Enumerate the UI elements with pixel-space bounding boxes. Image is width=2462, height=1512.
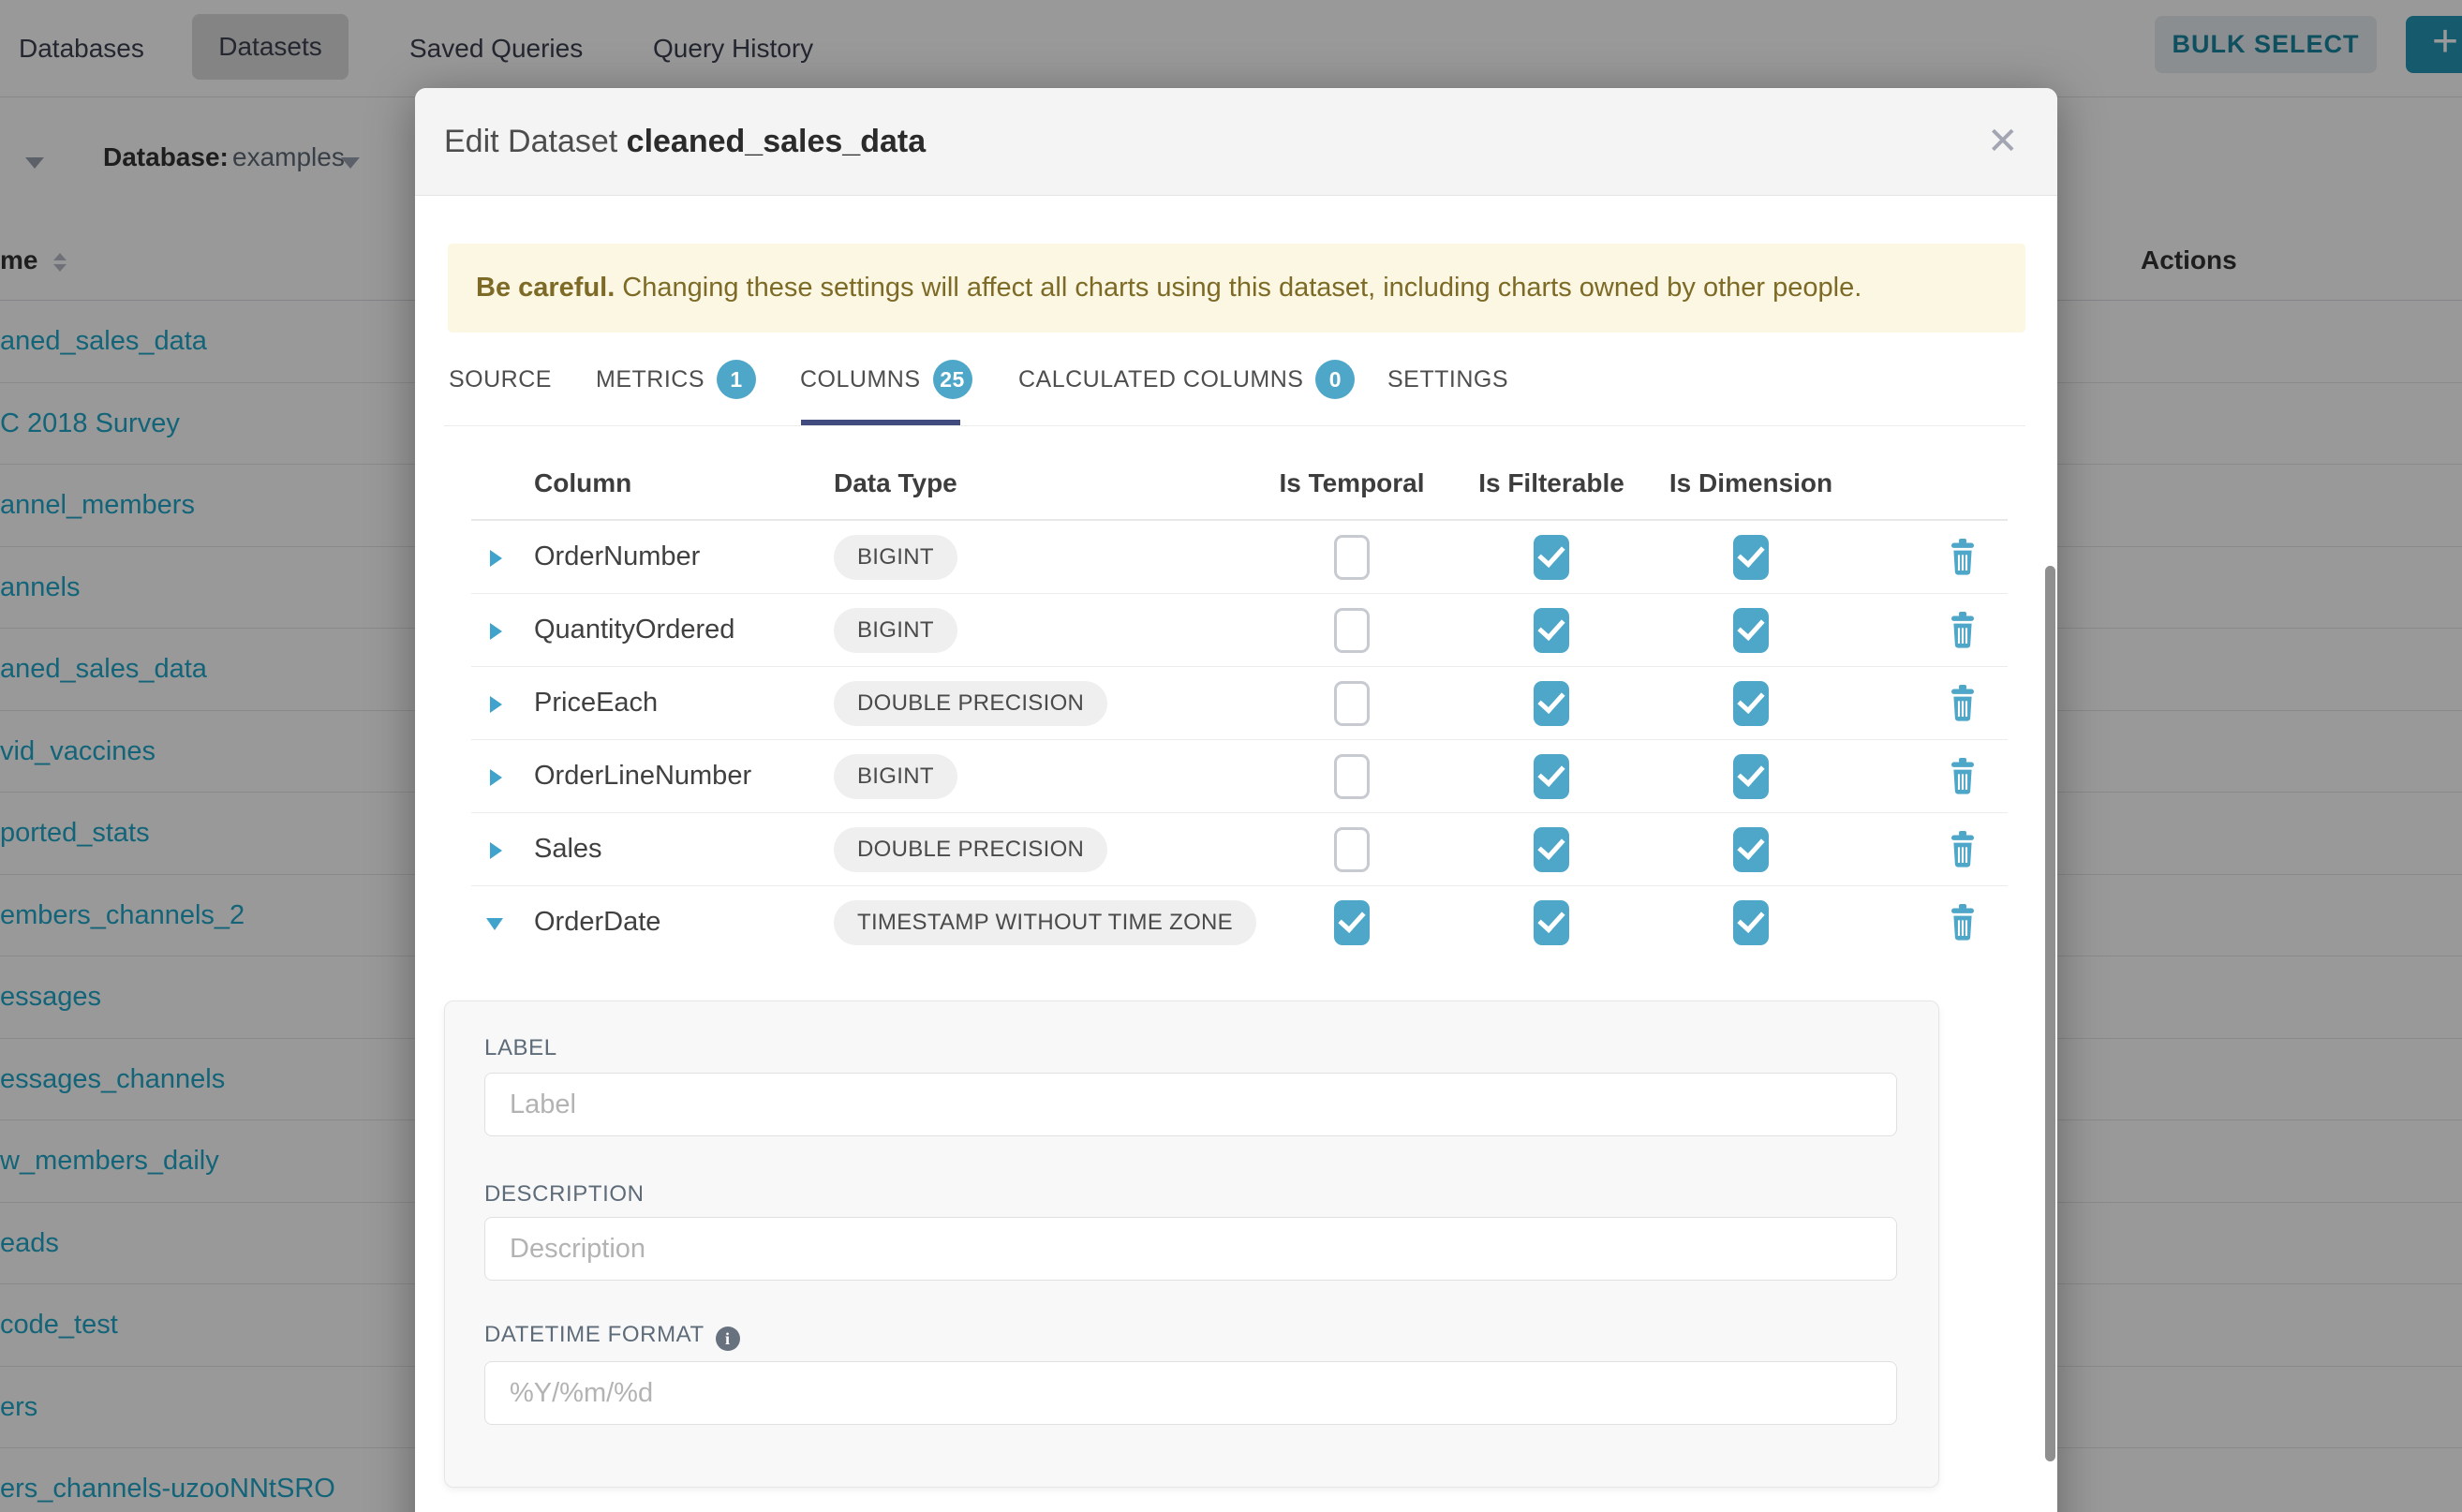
- warning-text: Changing these settings will affect all …: [622, 273, 1861, 303]
- is-dimension-checkbox[interactable]: [1733, 754, 1769, 799]
- is-temporal-checkbox[interactable]: [1334, 608, 1370, 653]
- is-filterable-checkbox[interactable]: [1534, 754, 1569, 799]
- column-name: PriceEach: [534, 688, 658, 719]
- column-row: Sales DOUBLE PRECISION: [415, 813, 2057, 886]
- modal-scrollbar-thumb[interactable]: [2045, 566, 2055, 1461]
- warning-banner: Be careful.Changing these settings will …: [448, 244, 2025, 333]
- column-name: QuantityOrdered: [534, 615, 734, 645]
- column-detail-panel: LABEL DESCRIPTION DATETIME FORMATi: [444, 1001, 1939, 1488]
- tab-count-badge: 25: [933, 360, 972, 399]
- warning-bold: Be careful.: [476, 273, 615, 303]
- is-filterable-checkbox[interactable]: [1534, 827, 1569, 872]
- label-field-label: LABEL: [484, 1035, 557, 1061]
- is-filterable-header: Is Filterable: [1478, 468, 1624, 498]
- data-type-badge: BIGINT: [834, 608, 957, 653]
- is-temporal-checkbox[interactable]: [1334, 681, 1370, 726]
- tab-count-badge: 1: [717, 360, 756, 399]
- dataset-name: cleaned_sales_data: [627, 124, 926, 159]
- column-row: QuantityOrdered BIGINT: [415, 594, 2057, 667]
- description-input[interactable]: [484, 1217, 1897, 1281]
- tab-count-badge: 0: [1315, 360, 1355, 399]
- column-name: OrderNumber: [534, 541, 700, 572]
- is-temporal-checkbox[interactable]: [1334, 900, 1370, 945]
- delete-column-icon[interactable]: [1948, 685, 1978, 727]
- column-row: PriceEach DOUBLE PRECISION: [415, 667, 2057, 740]
- is-temporal-header: Is Temporal: [1279, 468, 1424, 498]
- expand-caret-icon[interactable]: [490, 623, 502, 640]
- is-dimension-header: Is Dimension: [1669, 468, 1832, 498]
- datetime-format-field-label: DATETIME FORMATi: [484, 1322, 740, 1351]
- is-filterable-checkbox[interactable]: [1534, 608, 1569, 653]
- close-icon[interactable]: ✕: [1987, 122, 2019, 161]
- column-name: OrderLineNumber: [534, 761, 751, 792]
- column-row: OrderDate TIMESTAMP WITHOUT TIME ZONE: [415, 886, 2057, 959]
- column-header: Column: [534, 468, 631, 498]
- column-name: OrderDate: [534, 907, 660, 938]
- is-filterable-checkbox[interactable]: [1534, 681, 1569, 726]
- description-field-label: DESCRIPTION: [484, 1181, 645, 1208]
- delete-column-icon[interactable]: [1948, 758, 1978, 800]
- is-filterable-checkbox[interactable]: [1534, 535, 1569, 580]
- datetime-format-input[interactable]: [484, 1361, 1897, 1425]
- collapse-caret-icon[interactable]: [486, 918, 503, 930]
- tab-label: CALCULATED COLUMNS: [1018, 366, 1303, 393]
- data-type-badge: BIGINT: [834, 754, 957, 799]
- datasets-page: Databases Datasets Saved Queries Query H…: [0, 0, 2462, 1512]
- tab-metrics[interactable]: METRICS 1: [596, 353, 756, 406]
- tab-columns[interactable]: COLUMNS 25: [800, 353, 972, 406]
- tabs-divider: [444, 425, 2025, 426]
- tab-label: SOURCE: [449, 366, 552, 393]
- column-name: Sales: [534, 834, 602, 865]
- modal-header: Edit Dataset cleaned_sales_data ✕: [415, 88, 2057, 196]
- is-temporal-checkbox[interactable]: [1334, 535, 1370, 580]
- tab-label: SETTINGS: [1387, 366, 1508, 393]
- is-dimension-checkbox[interactable]: [1733, 608, 1769, 653]
- column-row: OrderNumber BIGINT: [415, 521, 2057, 594]
- expand-caret-icon[interactable]: [490, 842, 502, 859]
- delete-column-icon[interactable]: [1948, 904, 1978, 946]
- tab-label: METRICS: [596, 366, 704, 393]
- expand-caret-icon[interactable]: [490, 769, 502, 786]
- tab-label: COLUMNS: [800, 366, 921, 393]
- is-dimension-checkbox[interactable]: [1733, 681, 1769, 726]
- tab-calculated-columns[interactable]: CALCULATED COLUMNS 0: [1018, 353, 1355, 406]
- is-dimension-checkbox[interactable]: [1733, 900, 1769, 945]
- is-dimension-checkbox[interactable]: [1733, 535, 1769, 580]
- edit-dataset-modal: Edit Dataset cleaned_sales_data ✕ Be car…: [415, 88, 2057, 1512]
- tab-settings[interactable]: SETTINGS: [1387, 353, 1508, 406]
- data-type-badge: DOUBLE PRECISION: [834, 681, 1107, 726]
- column-row: OrderLineNumber BIGINT: [415, 740, 2057, 813]
- data-type-badge: DOUBLE PRECISION: [834, 827, 1107, 872]
- modal-title: Edit Dataset cleaned_sales_data: [444, 88, 926, 196]
- data-type-badge: BIGINT: [834, 535, 957, 580]
- expand-caret-icon[interactable]: [490, 696, 502, 713]
- data-type-header: Data Type: [834, 468, 957, 498]
- is-temporal-checkbox[interactable]: [1334, 827, 1370, 872]
- label-input[interactable]: [484, 1073, 1897, 1136]
- delete-column-icon[interactable]: [1948, 539, 1978, 581]
- tab-source[interactable]: SOURCE: [449, 353, 552, 406]
- delete-column-icon[interactable]: [1948, 612, 1978, 654]
- is-temporal-checkbox[interactable]: [1334, 754, 1370, 799]
- data-type-badge: TIMESTAMP WITHOUT TIME ZONE: [834, 900, 1256, 945]
- expand-caret-icon[interactable]: [490, 550, 502, 567]
- is-dimension-checkbox[interactable]: [1733, 827, 1769, 872]
- is-filterable-checkbox[interactable]: [1534, 900, 1569, 945]
- delete-column-icon[interactable]: [1948, 831, 1978, 873]
- info-icon[interactable]: i: [716, 1327, 740, 1351]
